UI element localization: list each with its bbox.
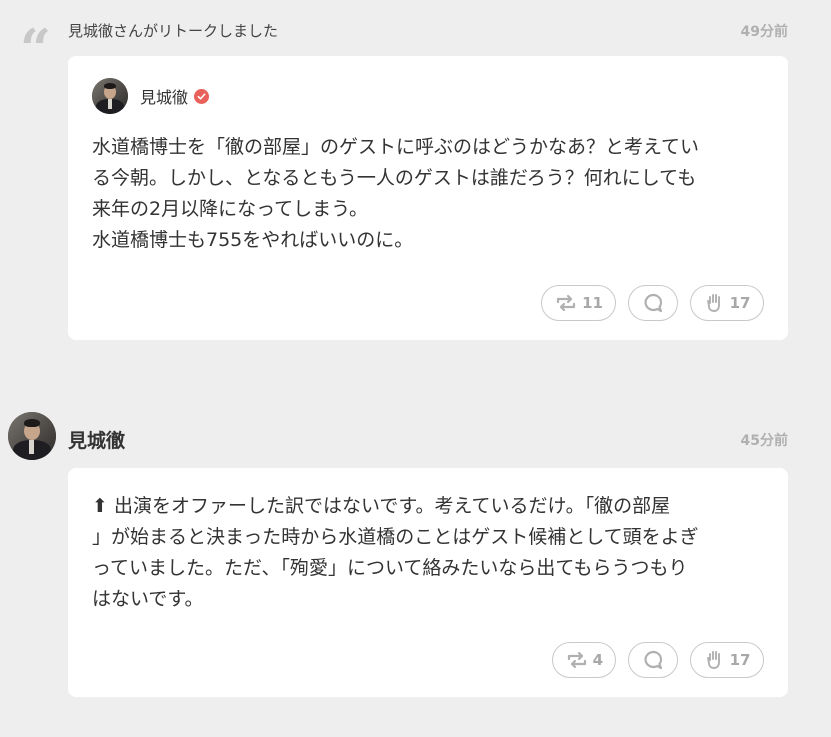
avatar[interactable] bbox=[92, 78, 128, 114]
post-body-line: 」が始まると決まった時から水道橋のことはゲスト候補として頭をよぎ bbox=[92, 526, 699, 548]
post-actions: 11 17 bbox=[541, 285, 764, 321]
like-count: 17 bbox=[729, 651, 751, 669]
like-button[interactable]: 17 bbox=[690, 285, 764, 321]
retalk-timestamp[interactable]: 49分前 bbox=[741, 21, 788, 41]
verified-badge-icon bbox=[194, 88, 210, 104]
reply-button[interactable] bbox=[628, 642, 678, 678]
post-body: 水道橋博士を「徹の部屋」のゲストに呼ぶのはどうかなあ？と考えてい る今朝。しかし… bbox=[92, 132, 772, 256]
reply-button[interactable] bbox=[628, 285, 678, 321]
avatar[interactable] bbox=[8, 412, 56, 460]
post-card: ⬆ 出演をオファーした訳ではないです。考えているだけ。「徹の部屋 」が始まると決… bbox=[68, 468, 788, 697]
post-body-line: 水道橋博士を「徹の部屋」のゲストに呼ぶのはどうかなあ？と考えてい bbox=[92, 136, 700, 158]
post-timestamp[interactable]: 45分前 bbox=[741, 430, 788, 450]
retalk-button[interactable]: 11 bbox=[541, 285, 616, 321]
author-name[interactable]: 見城徹 bbox=[68, 426, 125, 453]
post-actions: 4 17 bbox=[551, 642, 764, 678]
retalk-icon bbox=[565, 650, 589, 670]
like-hand-icon bbox=[704, 292, 726, 314]
post-body-line: ⬆ 出演をオファーした訳ではないです。考えているだけ。「徹の部屋 bbox=[92, 491, 772, 522]
post-body-line: 来年の2月以降になってしまう。 bbox=[92, 198, 368, 220]
up-arrow-icon: ⬆ bbox=[92, 495, 108, 517]
retalk-count: 11 bbox=[582, 294, 603, 312]
retalk-label: 見城徹さんがリトークしました bbox=[68, 22, 279, 40]
post-body-line: はないです。 bbox=[92, 588, 204, 610]
post-body-line: 水道橋博士も755をやればいいのに。 bbox=[92, 229, 414, 251]
post-body-text: 出演をオファーした訳ではないです。考えているだけ。「徹の部屋 bbox=[113, 495, 671, 517]
post-body-line: っていました。ただ、「殉愛」について絡みたいなら出てもらうつもり bbox=[92, 557, 688, 579]
retalked-post-author[interactable]: 見城徹 bbox=[92, 78, 210, 114]
retalk-button[interactable]: 4 bbox=[551, 642, 616, 678]
reply-bubble-icon bbox=[642, 649, 664, 671]
quote-icon: “ bbox=[20, 17, 52, 81]
reply-bubble-icon bbox=[642, 292, 664, 314]
like-button[interactable]: 17 bbox=[690, 642, 764, 678]
retalk-count: 4 bbox=[592, 651, 603, 669]
retalked-post-card[interactable]: 見城徹 水道橋博士を「徹の部屋」のゲストに呼ぶのはどうかなあ？と考えてい る今朝… bbox=[68, 56, 788, 340]
author-name[interactable]: 見城徹 bbox=[140, 84, 188, 108]
like-hand-icon bbox=[704, 649, 726, 671]
post-body: ⬆ 出演をオファーした訳ではないです。考えているだけ。「徹の部屋 」が始まると決… bbox=[92, 491, 772, 615]
post-body-line: る今朝。しかし、となるともう一人のゲストは誰だろう？何れにしても bbox=[92, 167, 697, 189]
retalk-icon bbox=[554, 293, 578, 313]
like-count: 17 bbox=[729, 294, 751, 312]
